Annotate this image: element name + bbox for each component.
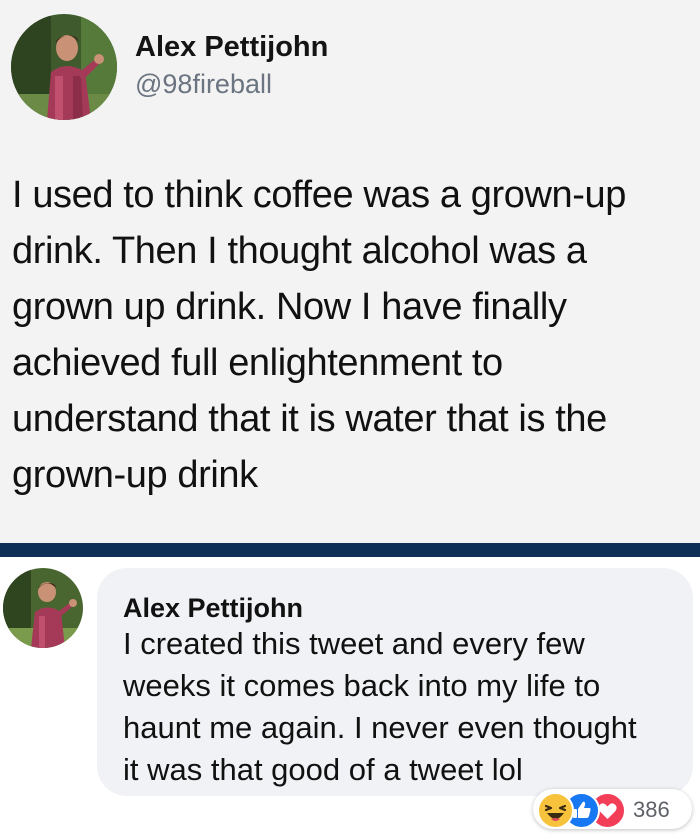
reaction-count: 386 xyxy=(633,797,670,822)
tweet-text-line: grown up drink. Now I have finally xyxy=(12,286,567,328)
tweet-text-line: understand that it is water that is the xyxy=(12,398,607,440)
comment-avatar[interactable] xyxy=(3,568,83,648)
comment-author-name[interactable]: Alex Pettijohn xyxy=(123,593,303,624)
reactions-summary[interactable]: 386 xyxy=(533,789,692,829)
comment-text-line: it was that good of a tweet lol xyxy=(123,752,523,787)
comment-section: Alex Pettijohn I created this tweet and … xyxy=(0,557,700,839)
tweet-text-line: drink. Then I thought alcohol was a xyxy=(12,230,587,272)
comment-text-line: I created this tweet and every few xyxy=(123,626,585,661)
comment-text-line: weeks it comes back into my life to xyxy=(123,668,601,703)
comment-text-line: haunt me again. I never even thought xyxy=(123,710,637,745)
tweet-avatar[interactable] xyxy=(11,14,117,120)
tweet-author-handle[interactable]: @98fireball xyxy=(135,69,272,100)
tweet-author-name[interactable]: Alex Pettijohn xyxy=(135,31,328,64)
haha-icon xyxy=(537,792,574,829)
tweet-text-line: grown-up drink xyxy=(12,454,258,496)
comment-text: I created this tweet and every few weeks… xyxy=(123,623,683,791)
comment-bubble: Alex Pettijohn I created this tweet and … xyxy=(97,568,693,796)
tweet-card: Alex Pettijohn @98fireball I used to thi… xyxy=(0,0,700,543)
section-divider xyxy=(0,543,700,557)
tweet-text-line: achieved full enlightenment to xyxy=(12,342,503,384)
tweet-text: I used to think coffee was a grown-up dr… xyxy=(12,167,692,503)
tweet-text-line: I used to think coffee was a grown-up xyxy=(12,174,626,216)
